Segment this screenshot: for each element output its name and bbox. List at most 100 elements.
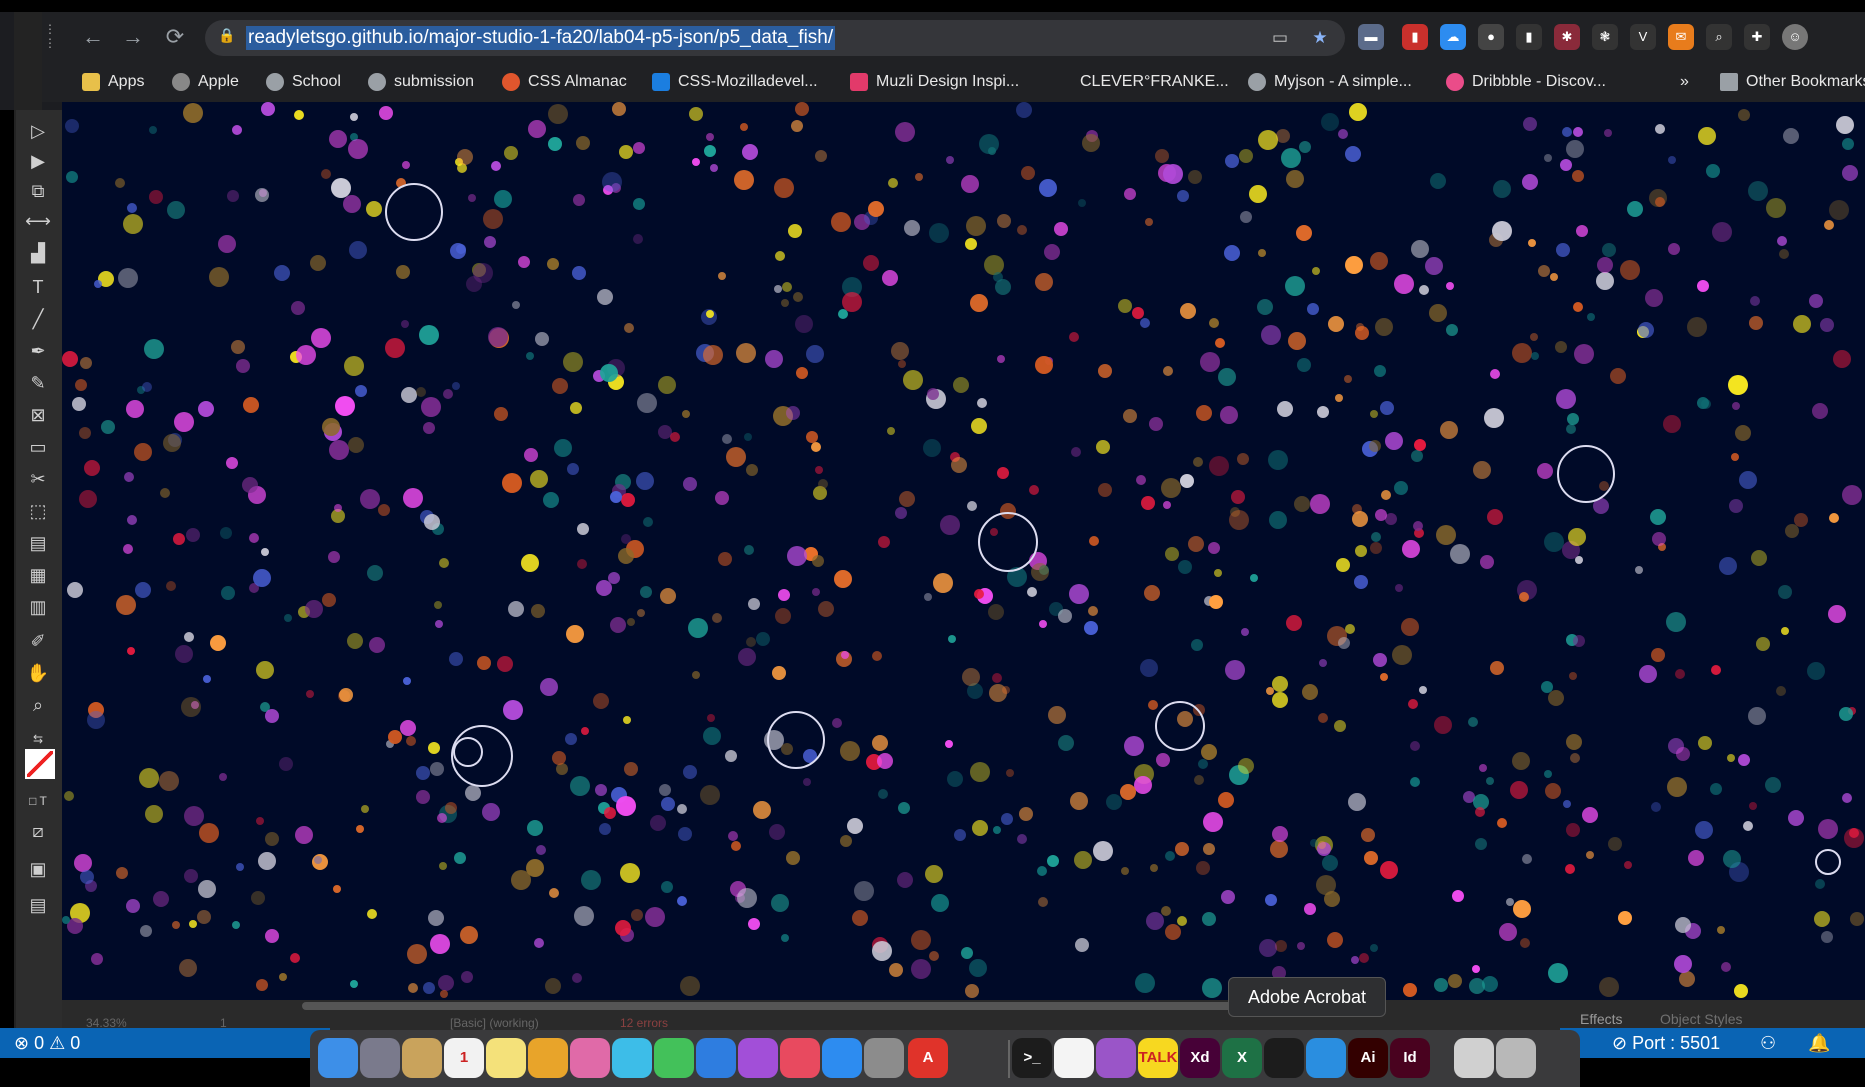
vscode-icon[interactable] xyxy=(1306,1038,1346,1078)
fish-dot xyxy=(1403,983,1417,997)
acrobat-icon[interactable]: A xyxy=(908,1038,948,1078)
finder-icon[interactable] xyxy=(318,1038,358,1078)
extension-icon[interactable]: ▮ xyxy=(1402,24,1428,50)
hand-tool-icon[interactable]: ✋ xyxy=(22,660,54,686)
bookmark-submission[interactable]: submission xyxy=(368,66,474,98)
system-preferences-icon[interactable] xyxy=(864,1038,904,1078)
extension-icon[interactable]: ❃ xyxy=(1592,24,1618,50)
bookmark-clever-franke[interactable]: CLEVER°FRANKE... xyxy=(1080,66,1229,98)
calendar-icon[interactable]: 1 xyxy=(444,1038,484,1078)
fish-dot xyxy=(1165,547,1179,561)
profile-avatar[interactable]: ☺ xyxy=(1782,24,1808,50)
preview-icon[interactable] xyxy=(1454,1038,1494,1078)
messages-icon[interactable] xyxy=(612,1038,652,1078)
none-swatch-icon[interactable]: ⧄ xyxy=(22,818,54,844)
extension-icon[interactable]: ● xyxy=(1478,24,1504,50)
account-icon[interactable]: ⚇ xyxy=(1760,1030,1776,1056)
p5-canvas[interactable] xyxy=(62,102,1865,1000)
frame-tool-icon[interactable]: ⊠ xyxy=(22,402,54,428)
launchpad-icon[interactable] xyxy=(360,1038,400,1078)
fish-dot xyxy=(450,243,466,259)
bookmark-apple[interactable]: Apple xyxy=(172,66,239,98)
excel-icon[interactable]: X xyxy=(1222,1038,1262,1078)
chrome-icon[interactable] xyxy=(528,1038,568,1078)
app-store-icon[interactable] xyxy=(822,1038,862,1078)
direct-selection-tool-icon[interactable]: ▶ xyxy=(22,148,54,174)
extension-icon[interactable]: ⌕ xyxy=(1706,24,1732,50)
horizontal-scrollbar[interactable] xyxy=(302,1002,1302,1010)
back-arrow-icon[interactable]: ← xyxy=(78,22,108,52)
lock-icon[interactable]: 🔒 xyxy=(218,27,235,47)
draw-mode-icon[interactable]: ▣ xyxy=(22,856,54,882)
bookmark-other-bookmarks[interactable]: Other Bookmarks xyxy=(1720,66,1865,98)
note-tool-icon[interactable]: ▥ xyxy=(22,594,54,620)
free-transform-tool-icon[interactable]: ⬚ xyxy=(22,498,54,524)
cast-icon[interactable]: ▭ xyxy=(1268,26,1292,50)
illustrator-icon[interactable]: Ai xyxy=(1348,1038,1388,1078)
fish-dot xyxy=(1425,257,1443,275)
fish-dot xyxy=(1794,513,1808,527)
adobe-xd-icon[interactable]: Xd xyxy=(1180,1038,1220,1078)
fish-dot xyxy=(1573,635,1585,647)
url-text[interactable]: readyletsgo.github.io/major-studio-1-fa2… xyxy=(246,26,836,50)
facetime-icon[interactable] xyxy=(654,1038,694,1078)
extension-icon[interactable]: ✱ xyxy=(1554,24,1580,50)
gradient-tool-icon[interactable]: ▤ xyxy=(22,530,54,556)
photos-icon[interactable] xyxy=(570,1038,610,1078)
bookmark-css-almanac[interactable]: CSS Almanac xyxy=(502,66,627,98)
screen-mode-icon[interactable]: ▤ xyxy=(22,892,54,918)
reload-icon[interactable]: ⟳ xyxy=(160,22,190,52)
rectangle-tool-icon[interactable]: ▭ xyxy=(22,434,54,460)
music-icon[interactable] xyxy=(780,1038,820,1078)
notes-folder-icon[interactable] xyxy=(402,1038,442,1078)
eyedropper-tool-icon[interactable]: ✐ xyxy=(22,628,54,654)
effects-panel-tab[interactable]: Effects xyxy=(1580,1008,1623,1030)
kakaotalk-icon[interactable]: TALK xyxy=(1138,1038,1178,1078)
color-mode-icon[interactable]: □ T xyxy=(22,788,54,814)
acrobat-reader-icon[interactable] xyxy=(1264,1038,1304,1078)
object-styles-panel-tab[interactable]: Object Styles xyxy=(1660,1008,1742,1030)
extension-icon[interactable]: ✉ xyxy=(1668,24,1694,50)
terminal-icon[interactable]: >_ xyxy=(1012,1038,1052,1078)
artboard-tool-icon[interactable]: ⧉ xyxy=(22,178,54,204)
fish-dot xyxy=(1193,457,1203,467)
extensions-puzzle-icon[interactable]: ✚ xyxy=(1744,24,1770,50)
bookmark-dribbble[interactable]: Dribbble - Discov... xyxy=(1446,66,1606,98)
selection-tool-icon[interactable]: ▷ xyxy=(22,118,54,144)
notifications-bell-icon[interactable]: 🔔 xyxy=(1808,1030,1830,1056)
slack-icon[interactable] xyxy=(1054,1038,1094,1078)
graph-tool-icon[interactable]: ▟ xyxy=(22,240,54,266)
zoom-tool-icon[interactable]: ⌕ xyxy=(22,692,54,718)
fill-stroke-swatch[interactable] xyxy=(22,746,55,780)
extension-icon[interactable]: ▮ xyxy=(1516,24,1542,50)
line-tool-icon[interactable]: ╱ xyxy=(22,306,54,332)
bookmark-myjson[interactable]: Myjson - A simple... xyxy=(1248,66,1412,98)
mesh-tool-icon[interactable]: ▦ xyxy=(22,562,54,588)
podcasts-icon[interactable] xyxy=(738,1038,778,1078)
fish-dot xyxy=(1842,165,1858,181)
indesign-icon[interactable]: Id xyxy=(1390,1038,1430,1078)
pen-tool-icon[interactable]: ✒ xyxy=(22,338,54,364)
extension-icon[interactable]: ▬ xyxy=(1358,24,1384,50)
notes-icon[interactable] xyxy=(486,1038,526,1078)
bookmark-css-mdn[interactable]: CSS-Mozilladevel... xyxy=(652,66,818,98)
bookmark-star-icon[interactable]: ★ xyxy=(1308,26,1332,50)
bookmark-muzli[interactable]: Muzli Design Inspi... xyxy=(850,66,1019,98)
problems-indicator[interactable]: ⊗ 0 ⚠ 0 xyxy=(14,1030,80,1056)
drag-handle-icon[interactable]: ⋮ ⋮ xyxy=(44,22,58,62)
bookmark-apps[interactable]: Apps xyxy=(82,66,144,98)
pencil-tool-icon[interactable]: ✎ xyxy=(22,370,54,396)
fish-dot xyxy=(581,870,601,890)
extension-icon[interactable]: V xyxy=(1630,24,1656,50)
scissors-tool-icon[interactable]: ✂ xyxy=(22,466,54,492)
type-tool-icon[interactable]: T xyxy=(22,274,54,300)
forward-arrow-icon[interactable]: → xyxy=(118,22,148,52)
live-server-port[interactable]: ⊘ Port : 5501 xyxy=(1612,1030,1720,1056)
width-tool-icon[interactable]: ⟷ xyxy=(22,208,54,234)
extension-icon[interactable]: ☁ xyxy=(1440,24,1466,50)
keynote-icon[interactable] xyxy=(696,1038,736,1078)
github-icon[interactable] xyxy=(1096,1038,1136,1078)
bookmarks-overflow-chevron[interactable]: » xyxy=(1680,66,1689,98)
trash-icon[interactable] xyxy=(1496,1038,1536,1078)
bookmark-school[interactable]: School xyxy=(266,66,341,98)
